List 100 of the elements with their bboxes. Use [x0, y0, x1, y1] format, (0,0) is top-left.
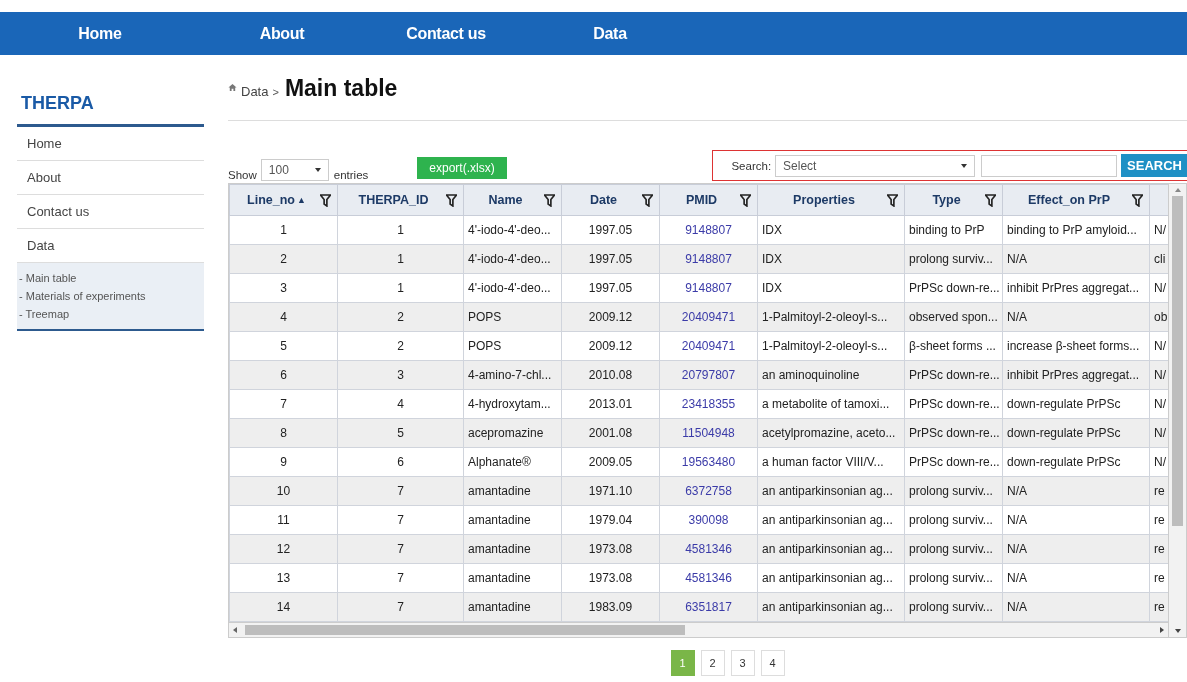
table-cell: 6 [280, 368, 287, 382]
nav-link[interactable]: Home [0, 24, 200, 43]
table-cell: 1973.08 [588, 542, 633, 556]
submenu-item[interactable]: - Materials of experiments [19, 287, 202, 305]
table-cell: 1997.05 [588, 281, 633, 295]
table-cell: an aminoquinoline [762, 368, 860, 382]
filter-icon[interactable] [887, 193, 898, 207]
scroll-down-icon[interactable] [1174, 629, 1181, 633]
table-cell: 4'-iodo-4'-deo... [468, 252, 551, 266]
table-cell: down-regulate PrPSc [1007, 397, 1121, 411]
page-button[interactable]: 3 [730, 650, 755, 676]
table-cell: IDX [762, 223, 782, 237]
table-cell: N/A [1007, 310, 1027, 324]
page-button[interactable]: 2 [700, 650, 725, 676]
sidebar-item[interactable]: Contact us [17, 195, 204, 229]
table-cell: 2010.08 [588, 368, 633, 382]
dropdown-arrow-icon [314, 168, 321, 172]
nav-link[interactable]: About [200, 24, 364, 43]
table-cell: an antiparkinsonian ag... [762, 513, 893, 527]
table-cell: 12 [276, 542, 291, 556]
table-cell: amantadine [468, 513, 531, 527]
table-cell: POPS [468, 310, 502, 324]
table-cell: 1997.05 [588, 223, 633, 237]
filter-icon[interactable] [544, 193, 555, 207]
submenu-item[interactable]: - Main table [19, 269, 202, 287]
table-cell: N/ [1154, 281, 1166, 295]
column-header[interactable]: PMID [685, 193, 718, 207]
table-cell: increase β-sheet forms... [1007, 339, 1140, 353]
table-cell: 1983.09 [588, 600, 633, 614]
column-header[interactable]: Properties [793, 193, 855, 207]
table-cell: N/ [1154, 426, 1166, 440]
search-column-select[interactable]: Select [775, 154, 976, 177]
table-cell: 1 [397, 281, 404, 295]
entries-label: entries [333, 169, 369, 181]
column-header[interactable]: Name [488, 193, 523, 207]
column-header[interactable]: Line_no [247, 193, 295, 207]
table-cell: 9 [280, 455, 287, 469]
sidebar-item[interactable]: Home [17, 127, 204, 161]
table-cell: N/A [1007, 600, 1027, 614]
table-cell: 1-Palmitoyl-2-oleoyl-s... [762, 310, 888, 324]
search-button[interactable]: SEARCH [1121, 154, 1187, 177]
table-cell: N/A [1007, 513, 1027, 527]
pmid-link[interactable]: 390098 [688, 513, 729, 527]
horizontal-scrollbar[interactable] [229, 622, 1168, 637]
table-cell: 1 [397, 252, 404, 266]
table-cell: IDX [762, 252, 782, 266]
table-cell: an antiparkinsonian ag... [762, 542, 893, 556]
scroll-right-icon[interactable] [1160, 627, 1164, 633]
table-cell: amantadine [468, 600, 531, 614]
table-cell: 2009.12 [588, 339, 633, 353]
column-header[interactable]: Type [932, 193, 961, 207]
page-size-select[interactable]: 100 [260, 159, 329, 181]
sort-indicator[interactable]: ▲ [297, 195, 306, 205]
table-cell: prolong surviv... [909, 600, 993, 614]
filter-icon[interactable] [446, 193, 457, 207]
submenu-item[interactable]: - Treemap [19, 305, 202, 323]
search-field[interactable] [981, 154, 1118, 177]
filter-icon[interactable] [320, 193, 331, 207]
page-button[interactable]: 4 [760, 650, 785, 676]
table-cell: 1979.04 [588, 513, 633, 527]
table-cell: re [1154, 484, 1165, 498]
show-label: Show [228, 169, 257, 181]
scroll-up-icon[interactable] [1174, 188, 1181, 192]
table-cell: 11 [277, 513, 290, 527]
column-header[interactable]: Date [589, 193, 618, 207]
table-cell: an antiparkinsonian ag... [762, 571, 893, 585]
table-cell: re [1154, 542, 1165, 556]
vertical-scrollbar[interactable] [1168, 184, 1186, 637]
breadcrumb-link[interactable]: Data [241, 84, 269, 99]
table-cell: 4-hydroxytam... [468, 397, 551, 411]
scroll-left-icon[interactable] [233, 627, 237, 633]
table-cell: PrPSc down-re... [909, 368, 1000, 382]
table-cell: 3 [280, 281, 287, 295]
filter-icon[interactable] [740, 193, 751, 207]
table-cell: 8 [280, 426, 287, 440]
table-cell: binding to PrP [909, 223, 985, 237]
table-cell: N/A [1007, 484, 1027, 498]
sidebar-item[interactable]: About [17, 161, 204, 195]
table-cell: 1971.10 [588, 484, 633, 498]
table-cell: N/ [1154, 339, 1166, 353]
table-cell: 6 [397, 455, 404, 469]
table-cell: prolong surviv... [909, 571, 993, 585]
table-cell: re [1154, 571, 1165, 585]
table-cell: N/ [1154, 455, 1166, 469]
table-cell: 5 [397, 426, 404, 440]
filter-icon[interactable] [985, 193, 996, 207]
table-cell: 7 [397, 484, 404, 498]
table-cell: 4'-iodo-4'-deo... [468, 281, 551, 295]
table-cell: 2 [397, 310, 404, 324]
table-cell: PrPSc down-re... [909, 281, 1000, 295]
table-cell: acepromazine [468, 426, 544, 440]
table-cell: 2009.05 [588, 455, 633, 469]
nav-link[interactable]: Data [528, 24, 692, 43]
table-cell: 4-amino-7-chl... [468, 368, 552, 382]
table-cell: 1973.08 [588, 571, 633, 585]
table-cell: amantadine [468, 542, 531, 556]
nav-link[interactable]: Contact us [364, 24, 528, 43]
filter-icon[interactable] [1132, 193, 1143, 207]
filter-icon[interactable] [642, 193, 653, 207]
table-cell: 1997.05 [588, 252, 633, 266]
